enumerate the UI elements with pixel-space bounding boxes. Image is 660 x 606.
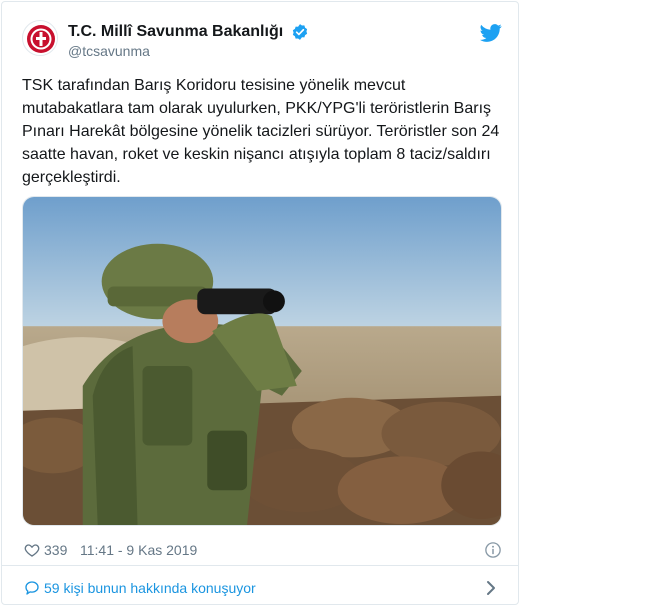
verified-badge-icon <box>292 24 307 40</box>
account-names: T.C. Millî Savunma Bakanlığı @tcsavunma <box>68 22 309 60</box>
avatar[interactable] <box>22 20 58 56</box>
heart-icon[interactable] <box>24 542 40 558</box>
tweet-text: TSK tarafından Barış Koridoru tesisine y… <box>22 77 500 186</box>
soldier-with-binoculars-image <box>23 197 501 525</box>
display-name[interactable]: T.C. Millî Savunma Bakanlığı <box>68 22 283 42</box>
speech-bubble-icon <box>25 581 39 595</box>
ministry-emblem-icon <box>24 22 57 55</box>
divider <box>2 565 518 566</box>
account-handle[interactable]: @tcsavunma <box>68 42 309 60</box>
tweet-card: T.C. Millî Savunma Bakanlığı @tcsavunma … <box>1 1 519 605</box>
conversation-label: 59 kişi bunun hakkında konuşuyor <box>44 580 256 596</box>
tweet-timestamp[interactable]: 11:41 - 9 Kas 2019 <box>80 542 197 558</box>
info-icon[interactable] <box>484 541 502 559</box>
like-count: 339 <box>44 542 68 558</box>
chevron-right-icon <box>487 581 495 595</box>
tweet-meta: 339 11:41 - 9 Kas 2019 <box>22 540 502 560</box>
twitter-bird-icon[interactable] <box>480 22 502 44</box>
tweet-photo[interactable] <box>22 196 502 526</box>
conversation-link[interactable]: 59 kişi bunun hakkında konuşuyor <box>22 578 502 598</box>
tweet-header: T.C. Millî Savunma Bakanlığı @tcsavunma <box>22 20 502 64</box>
